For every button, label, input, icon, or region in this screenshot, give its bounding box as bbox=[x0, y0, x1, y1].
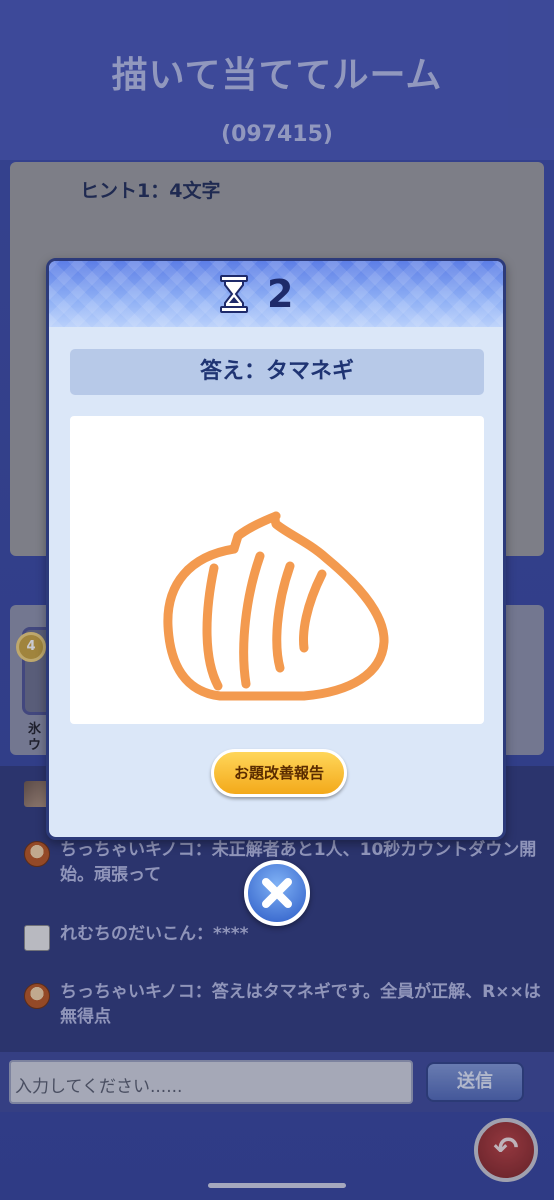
answer-label: 答え：タマネギ bbox=[70, 349, 484, 395]
timer-value: 2 bbox=[267, 272, 294, 316]
close-icon bbox=[262, 878, 292, 908]
answer-modal: 2 答え：タマネギ お題改善報告 bbox=[46, 258, 506, 840]
hourglass-icon bbox=[220, 275, 248, 313]
countdown-timer: 2 bbox=[219, 272, 294, 316]
close-button[interactable] bbox=[244, 860, 310, 926]
drawing-canvas bbox=[70, 416, 484, 724]
onion-drawing bbox=[163, 511, 389, 701]
modal-header: 2 bbox=[49, 261, 503, 327]
report-button[interactable]: お題改善報告 bbox=[211, 749, 347, 797]
